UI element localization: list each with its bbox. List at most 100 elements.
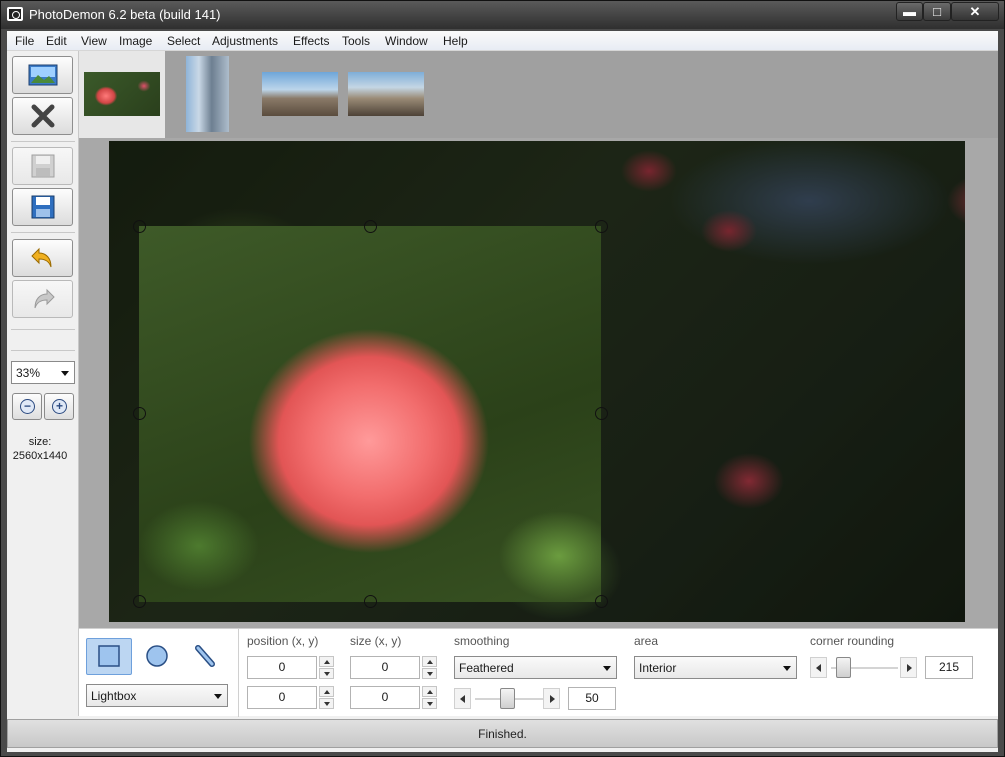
- thumbnail-street-crowd[interactable]: [341, 51, 425, 138]
- spin-up-icon[interactable]: [422, 686, 437, 697]
- image-tabs-bar: [79, 51, 998, 138]
- camera-icon: [7, 7, 23, 21]
- menu-help[interactable]: Help: [443, 34, 468, 48]
- smoothing-slider-left-arrow[interactable]: [454, 688, 471, 709]
- selection-options-panel: Lightbox position (x, y) 0 0 size (x, y)…: [79, 628, 998, 717]
- selection-handle-bottom-left[interactable]: [133, 595, 146, 608]
- ellipse-select-button[interactable]: [135, 638, 181, 675]
- status-text: Finished.: [478, 727, 527, 741]
- corner-rounding-field[interactable]: 215: [925, 656, 973, 679]
- thumbnail-arch-street[interactable]: [255, 51, 339, 138]
- zoom-dropdown[interactable]: 33%: [11, 361, 75, 384]
- rose-thumbnail-image: [84, 72, 160, 116]
- spin-up-icon[interactable]: [422, 656, 437, 667]
- save-as-button[interactable]: [12, 188, 73, 226]
- maximize-button[interactable]: □: [923, 2, 951, 21]
- smoothing-label: smoothing: [454, 634, 510, 648]
- close-x-icon: [31, 104, 54, 128]
- selection-handle-bottom-center[interactable]: [364, 595, 377, 608]
- menu-image[interactable]: Image: [119, 34, 152, 48]
- image-size-label: size:: [28, 436, 52, 448]
- smoothing-value: Feathered: [459, 661, 514, 675]
- smoothing-slider-right-arrow[interactable]: [543, 688, 560, 709]
- size-x-spinner[interactable]: [422, 656, 437, 679]
- status-bar: Finished.: [7, 719, 998, 748]
- menu-tools[interactable]: Tools: [342, 34, 370, 48]
- line-select-button[interactable]: [183, 638, 229, 675]
- selection-render-dropdown[interactable]: Lightbox: [86, 684, 228, 707]
- menu-effects[interactable]: Effects: [293, 34, 329, 48]
- position-y-spinner[interactable]: [319, 686, 334, 709]
- menu-view[interactable]: View: [81, 34, 107, 48]
- main-image[interactable]: [109, 141, 965, 622]
- undo-button[interactable]: [12, 239, 73, 277]
- zoom-value: 33%: [16, 366, 41, 380]
- rectangle-select-button[interactable]: [86, 638, 132, 675]
- menu-file[interactable]: File: [15, 34, 34, 48]
- app-window: PhotoDemon 6.2 beta (build 141) ▬ □ ✕ Fi…: [0, 0, 1005, 757]
- size-label: size (x, y): [350, 634, 402, 648]
- spin-down-icon[interactable]: [319, 698, 334, 709]
- minimize-button[interactable]: ▬: [896, 2, 923, 21]
- size-y-spinner[interactable]: [422, 686, 437, 709]
- spin-down-icon[interactable]: [422, 698, 437, 709]
- spin-down-icon[interactable]: [422, 668, 437, 679]
- area-dropdown[interactable]: Interior: [634, 656, 797, 679]
- redo-button[interactable]: [12, 280, 73, 318]
- toolbar-separator: [11, 141, 75, 142]
- selection-handle-middle-right[interactable]: [595, 407, 608, 420]
- corner-slider-right-arrow[interactable]: [900, 657, 917, 678]
- floppy-icon: [31, 154, 54, 178]
- corner-slider-left-arrow[interactable]: [810, 657, 827, 678]
- spin-up-icon[interactable]: [319, 686, 334, 697]
- canvas-area: [79, 138, 998, 628]
- menu-adjustments[interactable]: Adjustments: [212, 34, 278, 48]
- toolbar-separator: [11, 329, 75, 330]
- selection-handle-top-right[interactable]: [595, 220, 608, 233]
- left-toolbar: 33% − + size: 2560x1440: [7, 51, 79, 716]
- chevron-down-icon: [214, 694, 222, 699]
- menu-select[interactable]: Select: [167, 34, 200, 48]
- menu-edit[interactable]: Edit: [46, 34, 67, 48]
- undo-arrow-icon: [30, 247, 51, 268]
- selection-shape-group: Lightbox: [79, 629, 239, 717]
- selection-region[interactable]: [139, 226, 601, 602]
- chevron-down-icon: [783, 666, 791, 671]
- zoom-out-button[interactable]: −: [12, 393, 42, 420]
- selection-handle-bottom-right[interactable]: [595, 595, 608, 608]
- position-label: position (x, y): [247, 634, 319, 648]
- selection-handle-top-center[interactable]: [364, 220, 377, 233]
- position-x-field[interactable]: 0: [247, 656, 317, 679]
- spin-up-icon[interactable]: [319, 656, 334, 667]
- save-button[interactable]: [12, 147, 73, 185]
- selection-handle-top-left[interactable]: [133, 220, 146, 233]
- smoothing-slider-thumb[interactable]: [500, 688, 515, 709]
- position-y-field[interactable]: 0: [247, 686, 317, 709]
- area-label: area: [634, 634, 659, 648]
- corner-slider-thumb[interactable]: [836, 657, 851, 678]
- thumbnail-tower[interactable]: [171, 51, 251, 138]
- menu-window[interactable]: Window: [385, 34, 428, 48]
- area-value: Interior: [639, 661, 677, 675]
- close-window-button[interactable]: ✕: [951, 2, 999, 21]
- line-select-icon: [195, 645, 215, 667]
- zoom-in-icon: +: [52, 399, 67, 414]
- smoothing-dropdown[interactable]: Feathered: [454, 656, 617, 679]
- chevron-down-icon: [603, 666, 611, 671]
- title-bar: PhotoDemon 6.2 beta (build 141) ▬ □ ✕: [1, 1, 1004, 29]
- chevron-down-icon: [61, 371, 69, 376]
- size-x-field[interactable]: 0: [350, 656, 420, 679]
- toolbar-separator: [11, 350, 75, 351]
- open-image-button[interactable]: [12, 56, 73, 94]
- selection-handle-middle-left[interactable]: [133, 407, 146, 420]
- ellipse-select-icon: [146, 645, 168, 667]
- corner-rounding-label: corner rounding: [810, 634, 895, 648]
- close-image-button[interactable]: [12, 97, 73, 135]
- size-y-field[interactable]: 0: [350, 686, 420, 709]
- zoom-in-button[interactable]: +: [44, 393, 74, 420]
- smoothing-amount-field[interactable]: 50: [568, 687, 616, 710]
- thumbnail-rose[interactable]: [79, 51, 165, 138]
- position-x-spinner[interactable]: [319, 656, 334, 679]
- arch-street-thumbnail-image: [262, 72, 338, 116]
- spin-down-icon[interactable]: [319, 668, 334, 679]
